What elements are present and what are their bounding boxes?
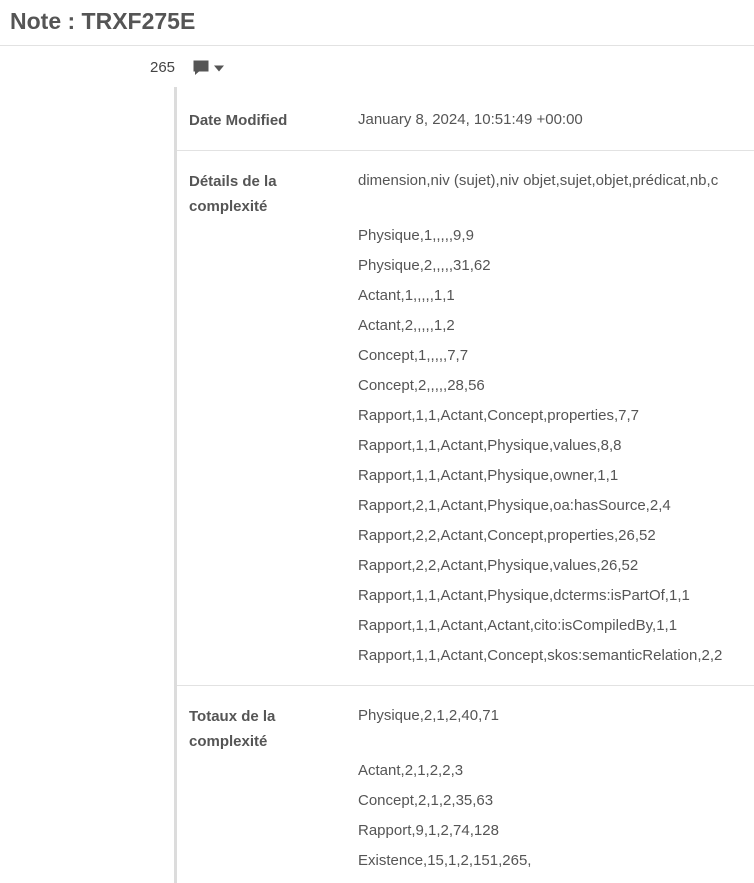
details-header-line: dimension,niv (sujet),niv objet,sujet,ob… xyxy=(358,172,719,189)
totals-line: Rapport,9,1,2,74,128 xyxy=(358,822,499,839)
details-line: Rapport,1,1,Actant,Physique,dcterms:isPa… xyxy=(358,587,690,604)
note-page: Note : TRXF275E 265 Date Modified Januar… xyxy=(0,0,754,883)
details-label: Détails de la complexité xyxy=(189,173,277,215)
totals-line: Existence,15,1,2,151,265, xyxy=(358,852,532,869)
details-line: Actant,2,,,,,1,2 xyxy=(358,317,455,334)
totals-label: Totaux de la complexité xyxy=(189,708,276,750)
metadata-border xyxy=(174,87,177,883)
page-header: Note : TRXF275E xyxy=(0,0,754,46)
comment-count: 265 xyxy=(150,59,176,76)
details-line: Rapport,2,1,Actant,Physique,oa:hasSource… xyxy=(358,497,671,514)
details-list: Physique,1,,,,,9,9 Physique,2,,,,,31,62 … xyxy=(358,226,722,676)
details-line: Rapport,1,1,Actant,Concept,skos:semantic… xyxy=(358,647,723,664)
date-modified-label: Date Modified xyxy=(189,112,288,129)
details-line: Concept,2,,,,,28,56 xyxy=(358,377,485,394)
totals-line: Concept,2,1,2,35,63 xyxy=(358,792,494,809)
row-divider xyxy=(177,150,754,151)
details-line: Rapport,1,1,Actant,Physique,values,8,8 xyxy=(358,437,622,454)
comment-dropdown-button[interactable] xyxy=(192,58,228,78)
details-line: Rapport,2,2,Actant,Concept,properties,26… xyxy=(358,527,656,544)
chevron-down-icon xyxy=(214,65,224,72)
details-line: Concept,1,,,,,7,7 xyxy=(358,347,469,364)
date-modified-value: January 8, 2024, 10:51:49 +00:00 xyxy=(358,111,583,128)
details-line: Physique,2,,,,,31,62 xyxy=(358,257,491,274)
totals-line: Actant,2,1,2,2,3 xyxy=(358,762,464,779)
totals-line: Physique,2,1,2,40,71 xyxy=(358,707,499,724)
comment-icon xyxy=(192,59,210,77)
details-line: Rapport,2,2,Actant,Physique,values,26,52 xyxy=(358,557,639,574)
totals-list: Actant,2,1,2,2,3 Concept,2,1,2,35,63 Rap… xyxy=(358,761,531,881)
page-title: Note : TRXF275E xyxy=(10,8,196,34)
details-line: Rapport,1,1,Actant,Concept,properties,7,… xyxy=(358,407,640,424)
details-line: Actant,1,,,,,1,1 xyxy=(358,287,455,304)
details-line: Physique,1,,,,,9,9 xyxy=(358,227,474,244)
row-divider xyxy=(177,685,754,686)
details-line: Rapport,1,1,Actant,Physique,owner,1,1 xyxy=(358,467,619,484)
details-line: Rapport,1,1,Actant,Actant,cito:isCompile… xyxy=(358,617,678,634)
